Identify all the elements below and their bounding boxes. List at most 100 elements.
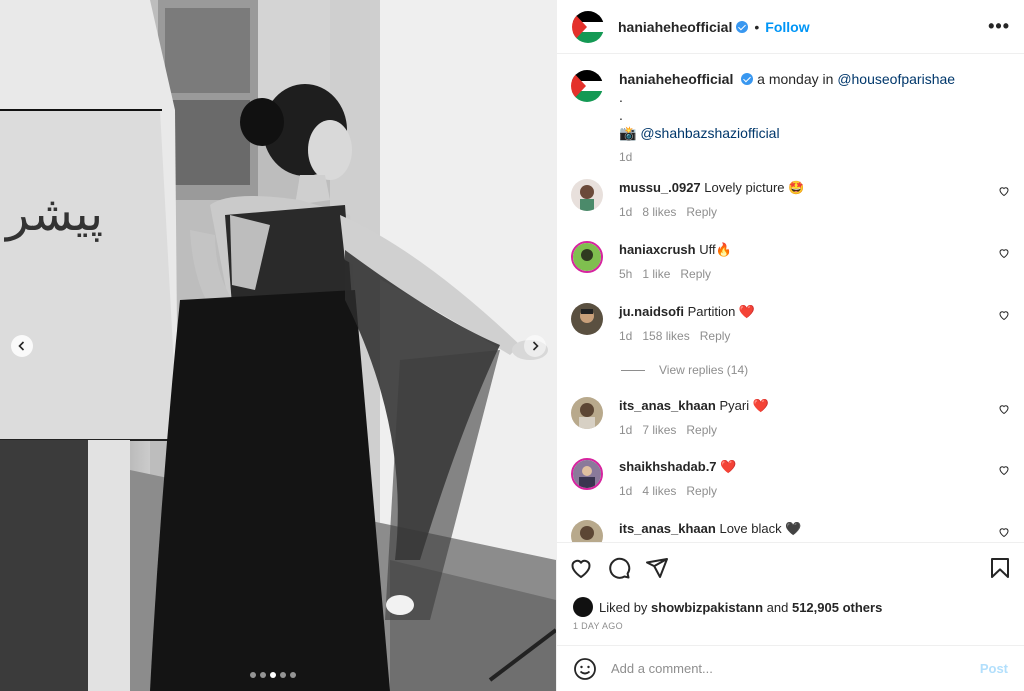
post-actions-bar (557, 542, 1024, 592)
heart-icon[interactable] (998, 309, 1010, 321)
previous-slide-button[interactable] (11, 335, 33, 357)
comment-age: 1d (619, 423, 633, 437)
separator-dot: • (754, 18, 760, 35)
photographer-mention-link[interactable]: @shahbazshaziofficial (640, 125, 779, 141)
liker-avatar[interactable] (573, 597, 593, 617)
comment-age: 1d (619, 329, 633, 343)
author-username[interactable]: haniaheheofficial (618, 19, 732, 35)
caption-age: 1d (619, 150, 633, 164)
comment-item: its_anas_khaan Love black 🖤 (571, 520, 1010, 542)
commenter-avatar[interactable] (571, 520, 603, 542)
caption-avatar[interactable] (571, 70, 603, 102)
post-timestamp: 1 DAY AGO (573, 621, 623, 631)
commenter-avatar[interactable] (571, 179, 603, 211)
carousel-dot (290, 672, 296, 678)
liked-by-count[interactable]: 512,905 others (792, 600, 882, 615)
reply-button[interactable]: Reply (700, 329, 731, 343)
comment-text: Uff🔥 (699, 242, 732, 257)
comment-item: its_anas_khaan Pyari ❤️ 1d 7 likes Reply (571, 397, 1010, 439)
comment-likes[interactable]: 158 likes (642, 329, 689, 343)
comment-item: ju.naidsofi Partition ❤️ 1d 158 likes Repl… (571, 303, 1010, 345)
post-media[interactable]: پیشر (0, 0, 556, 691)
view-replies-label: View replies (14) (659, 363, 749, 377)
commenter-avatar[interactable] (571, 303, 603, 335)
avatar-image (571, 397, 603, 429)
chevron-left-icon (18, 341, 25, 351)
comment-age: 5h (619, 267, 633, 281)
next-slide-button[interactable] (524, 335, 546, 357)
view-replies-button[interactable]: View replies (14) (621, 363, 748, 377)
liked-by-and: and (766, 599, 789, 615)
comment-username[interactable]: shaikhshadab.7 (619, 459, 717, 474)
liked-by-user[interactable]: showbizpakistann (651, 600, 763, 615)
heart-icon[interactable] (998, 464, 1010, 476)
carousel-dot (280, 672, 286, 678)
reply-button[interactable]: Reply (686, 205, 717, 219)
view-replies-line (621, 369, 645, 371)
post-header: haniaheheofficial • Follow ••• (557, 0, 1024, 54)
comment-text: Partition ❤️ (687, 304, 756, 319)
bookmark-icon (991, 557, 1009, 578)
like-button[interactable] (569, 556, 593, 580)
comment-text: ❤️ (720, 459, 737, 474)
heart-icon[interactable] (998, 185, 1010, 197)
comment-username[interactable]: ju.naidsofi (619, 304, 684, 319)
avatar-image (573, 243, 601, 271)
comment-age: 1d (619, 484, 633, 498)
comment-text: Lovely picture 🤩 (704, 180, 805, 195)
add-comment-bar: Post (557, 645, 1024, 691)
heart-icon[interactable] (998, 526, 1010, 538)
comment-icon (609, 557, 631, 579)
caption-username[interactable]: haniaheheofficial (619, 71, 733, 87)
likes-summary[interactable]: Liked by showbizpakistann and 512,905 ot… (573, 597, 882, 617)
palestine-flag-icon (571, 70, 603, 102)
carousel-indicator (250, 672, 296, 678)
liked-by-prefix: Liked by (599, 599, 648, 615)
comment-text: Pyari ❤️ (719, 398, 769, 413)
commenter-avatar[interactable] (571, 241, 603, 273)
comment-username[interactable]: mussu_.0927 (619, 180, 701, 195)
reply-button[interactable]: Reply (686, 423, 717, 437)
post-photo: پیشر (0, 0, 556, 691)
comment-username[interactable]: haniaxcrush (619, 242, 696, 257)
caption-mention-link[interactable]: @houseofparishae (837, 71, 955, 87)
comments-section[interactable]: haniaheheofficial a monday in @houseofpa… (557, 55, 1024, 542)
comment-input[interactable] (611, 661, 980, 676)
verified-icon (736, 20, 749, 33)
caption-line-dot: . (619, 107, 623, 123)
palestine-flag-icon (572, 10, 604, 43)
avatar-image (571, 179, 603, 211)
comment-likes[interactable]: 4 likes (642, 484, 676, 498)
caption-text: a monday in (757, 71, 834, 87)
carousel-dot (250, 672, 256, 678)
comment-username[interactable]: its_anas_khaan (619, 521, 716, 536)
post-details-panel: haniaheheofficial • Follow ••• haniahehe… (556, 0, 1024, 691)
follow-button[interactable]: Follow (765, 19, 809, 35)
heart-icon[interactable] (998, 247, 1010, 259)
comment-username[interactable]: its_anas_khaan (619, 398, 716, 413)
comment-likes[interactable]: 1 like (642, 267, 670, 281)
share-button[interactable] (645, 556, 669, 580)
save-button[interactable] (988, 556, 1012, 580)
comment-likes[interactable]: 8 likes (642, 205, 676, 219)
caption-line-dot: . (619, 89, 623, 105)
carousel-dot-active (270, 672, 276, 678)
heart-icon[interactable] (998, 403, 1010, 415)
comment-item: shaikhshadab.7 ❤️ 1d 4 likes Reply (571, 458, 1010, 500)
emoji-icon[interactable] (573, 657, 597, 681)
verified-icon (741, 73, 754, 85)
comment-button[interactable] (607, 556, 631, 580)
commenter-avatar[interactable] (571, 397, 603, 429)
chevron-right-icon (532, 341, 539, 351)
reply-button[interactable]: Reply (686, 484, 717, 498)
author-avatar[interactable] (572, 10, 604, 43)
reply-button[interactable]: Reply (680, 267, 711, 281)
carousel-dot (260, 672, 266, 678)
avatar-image (571, 520, 603, 542)
post-caption: haniaheheofficial a monday in @houseofpa… (557, 55, 1024, 166)
commenter-avatar[interactable] (571, 458, 603, 490)
comment-likes[interactable]: 7 likes (642, 423, 676, 437)
svg-text:پیشر: پیشر (4, 186, 103, 242)
post-comment-button[interactable]: Post (980, 661, 1008, 676)
more-icon[interactable]: ••• (988, 16, 1010, 37)
